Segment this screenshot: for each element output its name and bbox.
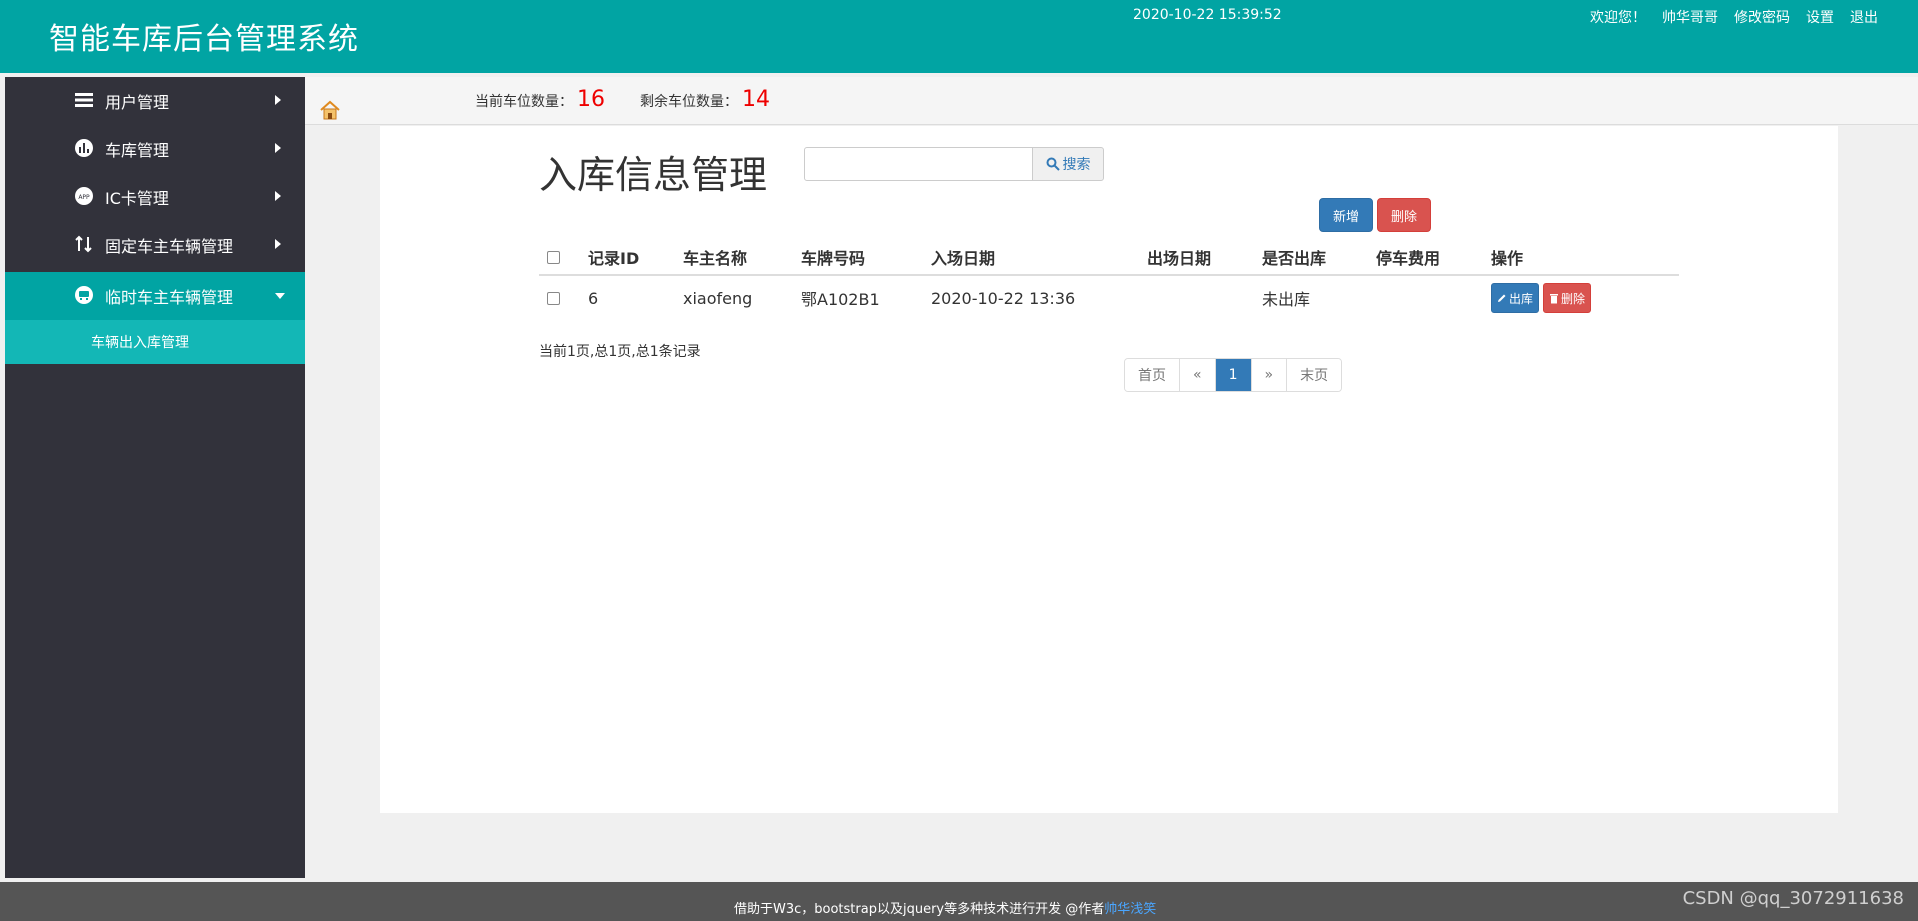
pagination: 首页 « 1 » 末页 <box>1124 358 1343 392</box>
remaining-spaces-value: 14 <box>742 87 770 112</box>
page-link-1[interactable]: 1 <box>1215 359 1252 391</box>
sidebar-item-label: 车库管理 <box>105 141 170 160</box>
trash-icon <box>1550 293 1559 303</box>
app-icon: APP <box>74 186 94 206</box>
column-header: 入场日期 <box>931 249 996 268</box>
row-select-cell <box>547 278 560 318</box>
pencil-icon <box>1498 294 1506 302</box>
last-page-link[interactable]: 末页 <box>1287 359 1342 391</box>
sidebar: 用户管理 车库管理 APP IC卡管理 固定车主车辆管理 临时车主车辆管理 车辆… <box>5 77 305 878</box>
logout-link[interactable]: 退出 <box>1850 7 1878 27</box>
remaining-spaces-label: 剩余车位数量： <box>640 94 738 110</box>
welcome-text: 欢迎您！ <box>1590 10 1646 26</box>
change-password-link[interactable]: 修改密码 <box>1734 7 1790 27</box>
search-icon <box>1046 157 1060 171</box>
select-all-cell <box>547 238 560 276</box>
users-icon <box>74 90 94 110</box>
table-header-row: 记录ID 车主名称 车牌号码 入场日期 出场日期 是否出库 停车费用 操作 <box>539 238 1679 276</box>
settings-link[interactable]: 设置 <box>1806 7 1834 27</box>
first-page-link[interactable]: 首页 <box>1125 359 1180 391</box>
sidebar-item-label: 用户管理 <box>105 93 170 112</box>
plate-number: 鄂A102B1 <box>801 290 880 309</box>
exit-button-label: 出库 <box>1509 291 1534 306</box>
csdn-watermark: CSDN @qq_3072911638 <box>1682 888 1904 909</box>
caret-right-icon <box>275 95 281 105</box>
column-header: 操作 <box>1491 249 1524 268</box>
current-datetime: 2020-10-22 15:39:52 <box>1133 7 1282 23</box>
sidebar-item-label: 固定车主车辆管理 <box>105 237 234 256</box>
select-all-checkbox[interactable] <box>547 250 560 264</box>
username-link[interactable]: 帅华哥哥 <box>1662 7 1718 27</box>
sidebar-item-garage[interactable]: 车库管理 <box>5 125 305 173</box>
caret-right-icon <box>275 143 281 153</box>
record-id: 6 <box>588 288 599 308</box>
column-header: 出场日期 <box>1147 249 1212 268</box>
search-input[interactable] <box>804 147 1033 181</box>
sidebar-item-temp-vehicles[interactable]: 临时车主车辆管理 <box>5 272 305 320</box>
footer-credits: 借助于W3c，bootstrap以及jquery等多种技术进行开发 @作者 <box>734 902 1105 917</box>
caret-down-icon <box>275 293 285 299</box>
row-delete-button[interactable]: 删除 <box>1543 283 1592 313</box>
column-header: 是否出库 <box>1262 249 1327 268</box>
content-panel: 入库信息管理 搜索 新增 删除 记录ID 车主名称 车牌号码 入场日期 出场日期… <box>380 126 1838 813</box>
author-link[interactable]: 帅华浅笑 <box>1104 902 1156 917</box>
sidebar-subitem-vehicle-inout[interactable]: 车辆出入库管理 <box>5 320 305 364</box>
header-links: 欢迎您！ 帅华哥哥 修改密码 设置 退出 <box>1590 7 1878 27</box>
sidebar-item-label: 临时车主车辆管理 <box>105 288 234 307</box>
page-info: 当前1页,总1页,总1条记录 <box>539 344 701 360</box>
chart-icon <box>74 138 94 158</box>
home-icon[interactable] <box>319 100 341 124</box>
current-spaces-label: 当前车位数量： <box>475 94 573 110</box>
entry-date: 2020-10-22 13:36 <box>931 288 1076 308</box>
owner-name: xiaofeng <box>683 288 753 308</box>
footer: 借助于W3c，bootstrap以及jquery等多种技术进行开发 @作者帅华浅… <box>0 882 1918 921</box>
top-header: 智能车库后台管理系统 2020-10-22 15:39:52 欢迎您！ 帅华哥哥… <box>0 0 1918 73</box>
next-page-link[interactable]: » <box>1251 359 1288 391</box>
search-button-label: 搜索 <box>1062 157 1091 173</box>
exit-status: 未出库 <box>1262 290 1311 309</box>
caret-right-icon <box>275 239 281 249</box>
row-actions: 出库 删除 <box>1491 278 1595 318</box>
remaining-spaces-stat: 剩余车位数量： 14 <box>640 87 770 112</box>
current-spaces-stat: 当前车位数量： 16 <box>475 87 605 112</box>
exit-button[interactable]: 出库 <box>1491 283 1540 313</box>
current-spaces-value: 16 <box>577 87 605 112</box>
stats-bar: 当前车位数量： 16 剩余车位数量： 14 <box>305 77 1918 125</box>
column-header: 车主名称 <box>683 249 748 268</box>
svg-text:APP: APP <box>78 194 90 201</box>
prev-page-link[interactable]: « <box>1180 359 1216 391</box>
add-button[interactable]: 新增 <box>1319 198 1373 232</box>
sidebar-item-users[interactable]: 用户管理 <box>5 77 305 125</box>
sidebar-item-label: IC卡管理 <box>105 189 169 208</box>
swap-icon <box>74 234 94 254</box>
footer-text: 借助于W3c，bootstrap以及jquery等多种技术进行开发 @作者帅华浅… <box>734 898 1156 917</box>
column-header: 车牌号码 <box>801 249 866 268</box>
car-icon <box>74 285 94 305</box>
search-button[interactable]: 搜索 <box>1032 147 1104 181</box>
records-table: 记录ID 车主名称 车牌号码 入场日期 出场日期 是否出库 停车费用 操作 6 … <box>539 238 1679 314</box>
sidebar-item-fixed-vehicles[interactable]: 固定车主车辆管理 <box>5 221 305 269</box>
column-header: 停车费用 <box>1376 249 1441 268</box>
table-row: 6 xiaofeng 鄂A102B1 2020-10-22 13:36 未出库 … <box>539 276 1679 314</box>
sidebar-item-iccard[interactable]: APP IC卡管理 <box>5 173 305 221</box>
row-checkbox[interactable] <box>547 291 560 305</box>
row-delete-button-label: 删除 <box>1561 291 1586 306</box>
column-header: 记录ID <box>588 249 640 268</box>
app-title: 智能车库后台管理系统 <box>49 22 359 57</box>
page-title: 入库信息管理 <box>539 153 768 197</box>
caret-right-icon <box>275 191 281 201</box>
delete-button[interactable]: 删除 <box>1377 198 1431 232</box>
